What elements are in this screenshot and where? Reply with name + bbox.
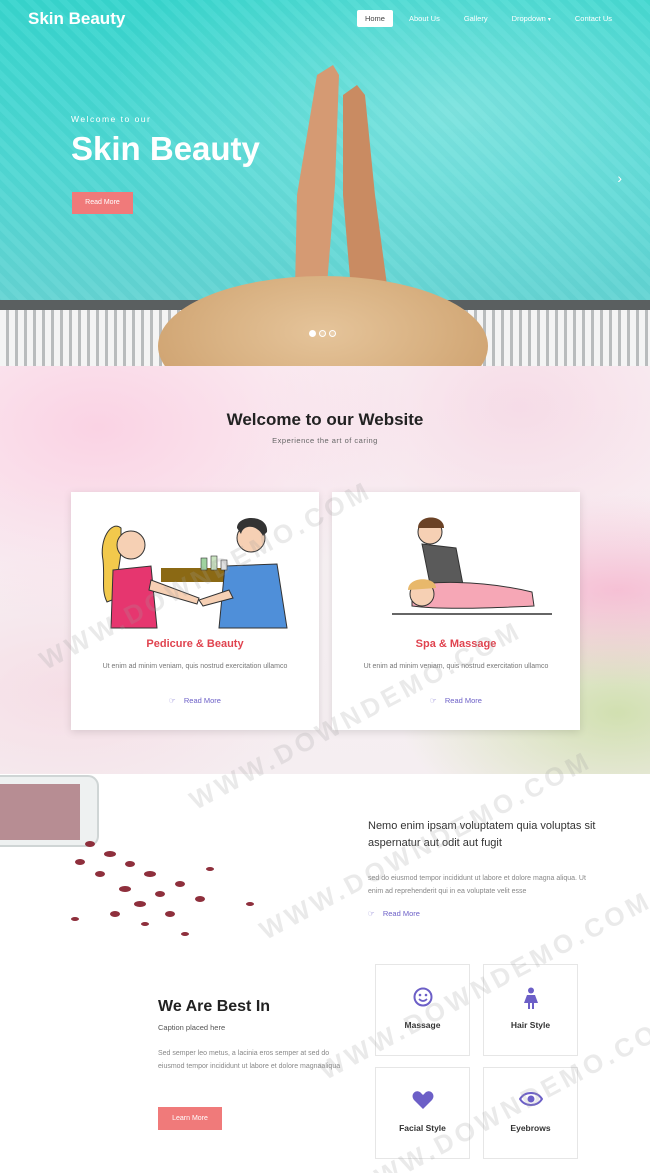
about-link-label: Read More <box>382 909 420 918</box>
learn-more-button[interactable]: Learn More <box>158 1107 222 1130</box>
nav-home[interactable]: Home <box>356 10 393 27</box>
service-label: Eyebrows <box>510 1123 551 1133</box>
service-card-spa: Spa & Massage Ut enim ad minim veniam, q… <box>332 492 580 730</box>
service-hair-style[interactable]: Hair Style <box>483 964 578 1056</box>
brand-logo[interactable]: Skin Beauty <box>28 9 125 29</box>
card-text: Ut enim ad minim veniam, quis nostrud ex… <box>102 663 288 670</box>
female-icon <box>484 987 577 1009</box>
heart-icon <box>376 1090 469 1112</box>
smile-icon <box>376 987 469 1009</box>
massage-illustration <box>392 517 552 615</box>
card-link-label: Read More <box>183 696 221 705</box>
welcome-title: Welcome to our Website <box>226 410 424 429</box>
best-title: We Are Best In <box>158 998 271 1015</box>
nav-dropdown[interactable]: Dropdown ▾ <box>504 10 559 27</box>
nav-about[interactable]: About Us <box>401 10 448 27</box>
hand-pointer-icon: ☞ <box>368 909 375 918</box>
card-title: Pedicure & Beauty <box>146 638 244 650</box>
nav-menu: Home About Us Gallery Dropdown ▾ Contact… <box>349 10 620 27</box>
rose-petals-image <box>0 775 254 936</box>
slider-next-icon[interactable]: › <box>617 170 622 186</box>
nav-contact[interactable]: Contact Us <box>567 10 620 27</box>
chevron-down-icon: ▾ <box>547 17 551 23</box>
card-read-more-link[interactable]: ☞ Read More <box>332 696 580 705</box>
card-read-more-link[interactable]: ☞ Read More <box>71 696 319 705</box>
best-caption: Caption placed here <box>158 1023 226 1032</box>
card-link-label: Read More <box>444 696 482 705</box>
service-label: Hair Style <box>510 1020 551 1030</box>
service-card-pedicure: Pedicure & Beauty Ut enim ad minim venia… <box>71 492 319 730</box>
service-label: Facial Style <box>399 1123 446 1133</box>
eye-icon <box>484 1090 577 1112</box>
about-section: Nemo enim ipsam voluptatem quia voluptas… <box>0 774 650 954</box>
nav-dropdown-label: Dropdown <box>511 14 546 23</box>
welcome-section: Welcome to our Website Experience the ar… <box>0 366 650 774</box>
service-label: Massage <box>404 1020 441 1030</box>
pedicure-illustration <box>101 517 288 629</box>
welcome-subtitle: Experience the art of caring <box>272 436 378 445</box>
navbar: Skin Beauty Home About Us Gallery Dropdo… <box>0 0 650 38</box>
hero-title: Skin Beauty <box>71 130 260 167</box>
service-eyebrows[interactable]: Eyebrows <box>483 1067 578 1159</box>
card-text: Ut enim ad minim veniam, quis nostrud ex… <box>363 663 549 670</box>
service-massage[interactable]: Massage <box>375 964 470 1056</box>
about-title: Nemo enim ipsam voluptatem quia voluptas… <box>368 820 596 849</box>
slider-dot[interactable] <box>329 330 336 337</box>
hero-section: Skin Beauty Home About Us Gallery Dropdo… <box>0 0 650 366</box>
slider-dot[interactable] <box>319 330 326 337</box>
hero-read-more-button[interactable]: Read More <box>72 192 133 214</box>
about-text: sed do eiusmod tempor incididunt ut labo… <box>368 875 586 895</box>
hand-pointer-icon: ☞ <box>430 696 437 705</box>
page: Skin Beauty Home About Us Gallery Dropdo… <box>0 0 650 1173</box>
slider-dot[interactable] <box>309 330 316 337</box>
card-title: Spa & Massage <box>415 638 497 650</box>
hand-pointer-icon: ☞ <box>169 696 176 705</box>
service-facial-style[interactable]: Facial Style <box>375 1067 470 1159</box>
nav-gallery[interactable]: Gallery <box>456 10 496 27</box>
best-text: Sed semper leo metus, a lacinia eros sem… <box>158 1050 341 1070</box>
about-read-more-link[interactable]: ☞ Read More <box>368 909 420 918</box>
hero-welcome-text: Welcome to our <box>71 114 152 124</box>
slider-dots <box>309 330 336 337</box>
